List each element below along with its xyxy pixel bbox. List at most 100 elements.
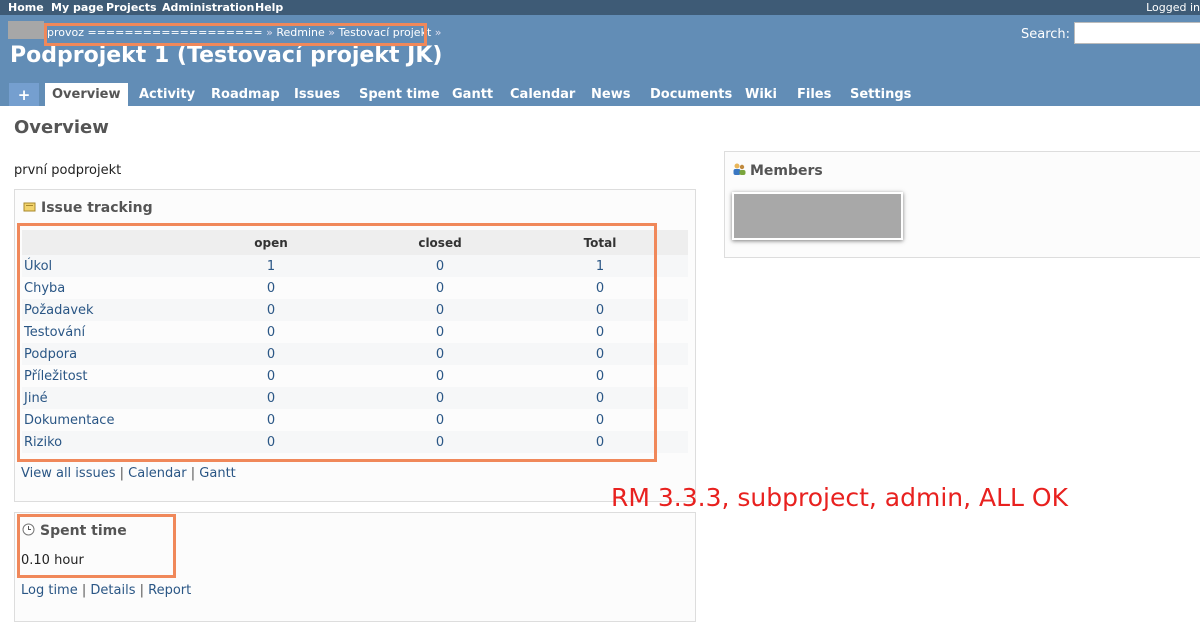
top-menu-home[interactable]: Home [8, 1, 44, 14]
table-row: Podpora 0 0 0 [22, 343, 688, 365]
tracker-link[interactable]: Příležitost [24, 369, 88, 384]
view-all-issues-link[interactable]: View all issues [21, 466, 115, 481]
redacted-member-list [732, 192, 903, 240]
closed-count[interactable]: 0 [436, 435, 444, 450]
new-object-button[interactable]: + [9, 83, 39, 106]
closed-count[interactable]: 0 [436, 259, 444, 274]
total-count[interactable]: 0 [596, 325, 604, 340]
spent-time-box: Spent time [14, 512, 696, 622]
calendar-link[interactable]: Calendar [128, 466, 186, 481]
open-count[interactable]: 1 [267, 259, 275, 274]
column-header-tracker [22, 230, 174, 255]
link-separator: | [81, 583, 87, 598]
open-count[interactable]: 0 [267, 413, 275, 428]
search-label: Search: [1021, 27, 1071, 42]
table-row: Dokumentace 0 0 0 [22, 409, 688, 431]
tab-calendar[interactable]: Calendar [510, 83, 575, 106]
table-row: Chyba 0 0 0 [22, 277, 688, 299]
spent-time-value: 0.10 hour [21, 553, 84, 568]
tracker-link[interactable]: Riziko [24, 435, 62, 450]
tracker-link[interactable]: Testování [24, 325, 85, 340]
closed-count[interactable]: 0 [436, 347, 444, 362]
top-menu-my-page[interactable]: My page [51, 1, 104, 14]
tab-activity[interactable]: Activity [139, 83, 195, 106]
open-count[interactable]: 0 [267, 435, 275, 450]
total-count[interactable]: 1 [596, 259, 604, 274]
top-menu: Home My page Projects Administration Hel… [0, 0, 1200, 15]
total-count[interactable]: 0 [596, 435, 604, 450]
tab-files[interactable]: Files [797, 83, 831, 106]
table-row: Úkol 1 0 1 [22, 255, 688, 277]
closed-count[interactable]: 0 [436, 369, 444, 384]
tracker-link[interactable]: Podpora [24, 347, 77, 362]
tab-spent-time[interactable]: Spent time [359, 83, 440, 106]
table-row: Jiné 0 0 0 [22, 387, 688, 409]
closed-count[interactable]: 0 [436, 391, 444, 406]
breadcrumb-trailing-separator: » [434, 26, 442, 39]
tab-issues[interactable]: Issues [294, 83, 340, 106]
closed-count[interactable]: 0 [436, 303, 444, 318]
total-count[interactable]: 0 [596, 281, 604, 296]
open-count[interactable]: 0 [267, 391, 275, 406]
tracker-link[interactable]: Chyba [24, 281, 65, 296]
breadcrumb-redmine[interactable]: Redmine [276, 26, 324, 39]
issues-summary-table: open closed Total Úkol 1 0 1 Chyba 0 0 0… [22, 230, 688, 453]
search-input[interactable] [1074, 22, 1200, 44]
table-row: Testování 0 0 0 [22, 321, 688, 343]
table-row: Požadavek 0 0 0 [22, 299, 688, 321]
project-title: Podprojekt 1 (Testovací projekt JK) [10, 43, 443, 68]
issue-tracking-title: Issue tracking [41, 200, 153, 216]
top-menu-administration[interactable]: Administration [162, 1, 254, 14]
tab-wiki[interactable]: Wiki [745, 83, 777, 106]
tracker-link[interactable]: Jiné [24, 391, 48, 406]
closed-count[interactable]: 0 [436, 413, 444, 428]
table-row: Riziko 0 0 0 [22, 431, 688, 453]
tab-gantt[interactable]: Gantt [452, 83, 493, 106]
tab-roadmap[interactable]: Roadmap [211, 83, 280, 106]
details-link[interactable]: Details [90, 583, 135, 598]
total-count[interactable]: 0 [596, 391, 604, 406]
tab-news[interactable]: News [591, 83, 630, 106]
column-header-total: Total [512, 230, 688, 255]
total-count[interactable]: 0 [596, 369, 604, 384]
open-count[interactable]: 0 [267, 369, 275, 384]
tab-settings[interactable]: Settings [850, 83, 911, 106]
column-header-open: open [174, 230, 368, 255]
tracker-link[interactable]: Požadavek [24, 303, 94, 318]
spent-time-title: Spent time [40, 523, 127, 539]
project-description: první podprojekt [14, 163, 122, 178]
table-header-row: open closed Total [22, 230, 688, 255]
breadcrumb-separator: » [266, 26, 273, 39]
total-count[interactable]: 0 [596, 347, 604, 362]
total-count[interactable]: 0 [596, 413, 604, 428]
ticket-icon [23, 200, 36, 213]
closed-count[interactable]: 0 [436, 325, 444, 340]
open-count[interactable]: 0 [267, 303, 275, 318]
closed-count[interactable]: 0 [436, 281, 444, 296]
breadcrumb-separator: » [328, 26, 336, 39]
column-header-closed: closed [368, 230, 512, 255]
issue-tracking-heading: Issue tracking [23, 200, 153, 216]
top-menu-projects[interactable]: Projects [106, 1, 157, 14]
group-icon [732, 162, 746, 175]
clock-icon [22, 523, 35, 536]
open-count[interactable]: 0 [267, 347, 275, 362]
breadcrumb-testovaci-projekt[interactable]: Testovací projekt [339, 26, 432, 39]
tracker-link[interactable]: Dokumentace [24, 413, 114, 428]
breadcrumb-provoz[interactable]: provoz =================== [47, 26, 263, 39]
members-heading: Members [732, 162, 823, 179]
open-count[interactable]: 0 [267, 325, 275, 340]
report-link[interactable]: Report [148, 583, 191, 598]
tab-documents[interactable]: Documents [650, 83, 732, 106]
members-title: Members [750, 163, 823, 179]
tab-overview[interactable]: Overview [45, 83, 128, 106]
redacted-logo [8, 21, 44, 39]
top-menu-help[interactable]: Help [255, 1, 283, 14]
link-separator: | [190, 466, 196, 481]
spent-time-heading: Spent time [22, 523, 127, 539]
tracker-link[interactable]: Úkol [24, 259, 52, 274]
log-time-link[interactable]: Log time [21, 583, 78, 598]
gantt-link[interactable]: Gantt [199, 466, 235, 481]
total-count[interactable]: 0 [596, 303, 604, 318]
open-count[interactable]: 0 [267, 281, 275, 296]
